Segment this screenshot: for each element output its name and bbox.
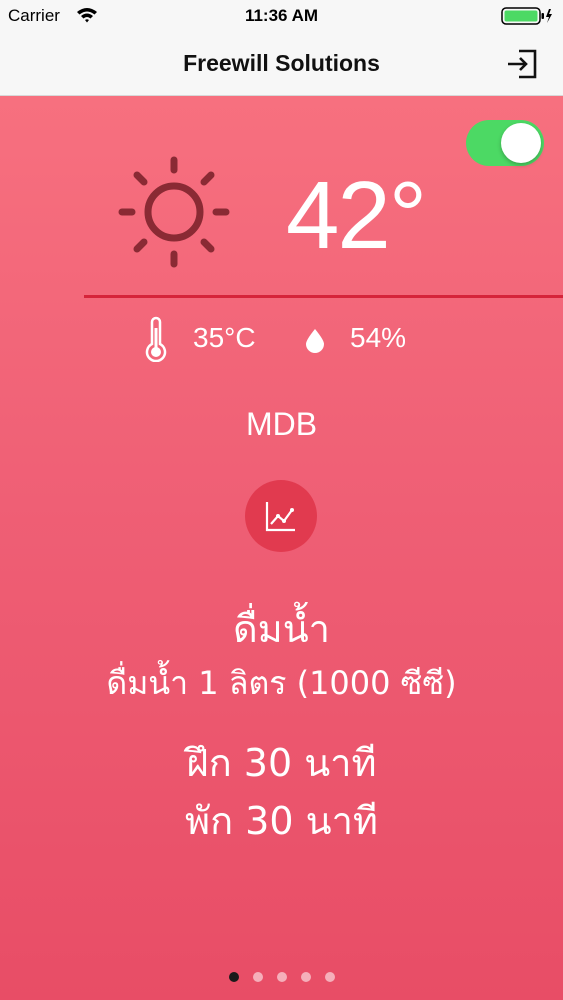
sun-icon — [118, 156, 230, 268]
divider — [84, 295, 563, 298]
drink-title: ดื่มน้ำ — [232, 607, 331, 651]
logout-button[interactable] — [505, 48, 539, 80]
humidity-value: 54% — [350, 322, 407, 353]
status-bar: Carrier 11:36 AM — [0, 0, 563, 32]
rest-duration: พัก 30 นาที — [185, 799, 378, 843]
page-dot-2[interactable] — [252, 972, 263, 982]
line-chart-icon — [265, 502, 295, 532]
train-duration: ฝึก 30 นาที — [186, 741, 377, 785]
toggle-knob — [501, 123, 541, 163]
battery-icon — [501, 7, 552, 25]
weather-panel: 42° 35°C 54% MDB ดื่มน้ำ ดื่มน้ำ 1 ลิตร … — [0, 96, 563, 1000]
page-indicator[interactable] — [0, 972, 563, 986]
page-dot-3[interactable] — [276, 972, 287, 982]
chart-button[interactable] — [245, 480, 317, 552]
page-dot-4[interactable] — [300, 972, 311, 982]
location-label: MDB — [245, 406, 318, 442]
page-dot-1[interactable] — [228, 972, 239, 982]
navigation-bar: Freewill Solutions — [0, 32, 563, 96]
humidity-drop-icon — [306, 329, 324, 353]
temperature-value: 35°C — [193, 322, 256, 353]
heat-index-value: 42° — [286, 162, 427, 269]
weather-toggle[interactable] — [466, 120, 544, 166]
status-time: 11:36 AM — [244, 6, 319, 25]
thermometer-icon — [145, 316, 167, 362]
page-dot-5[interactable] — [324, 972, 335, 982]
page-title: Freewill Solutions — [183, 50, 380, 76]
drink-detail: ดื่มน้ำ 1 ลิตร (1000 ซีซี) — [106, 664, 457, 702]
logout-icon — [508, 49, 537, 79]
